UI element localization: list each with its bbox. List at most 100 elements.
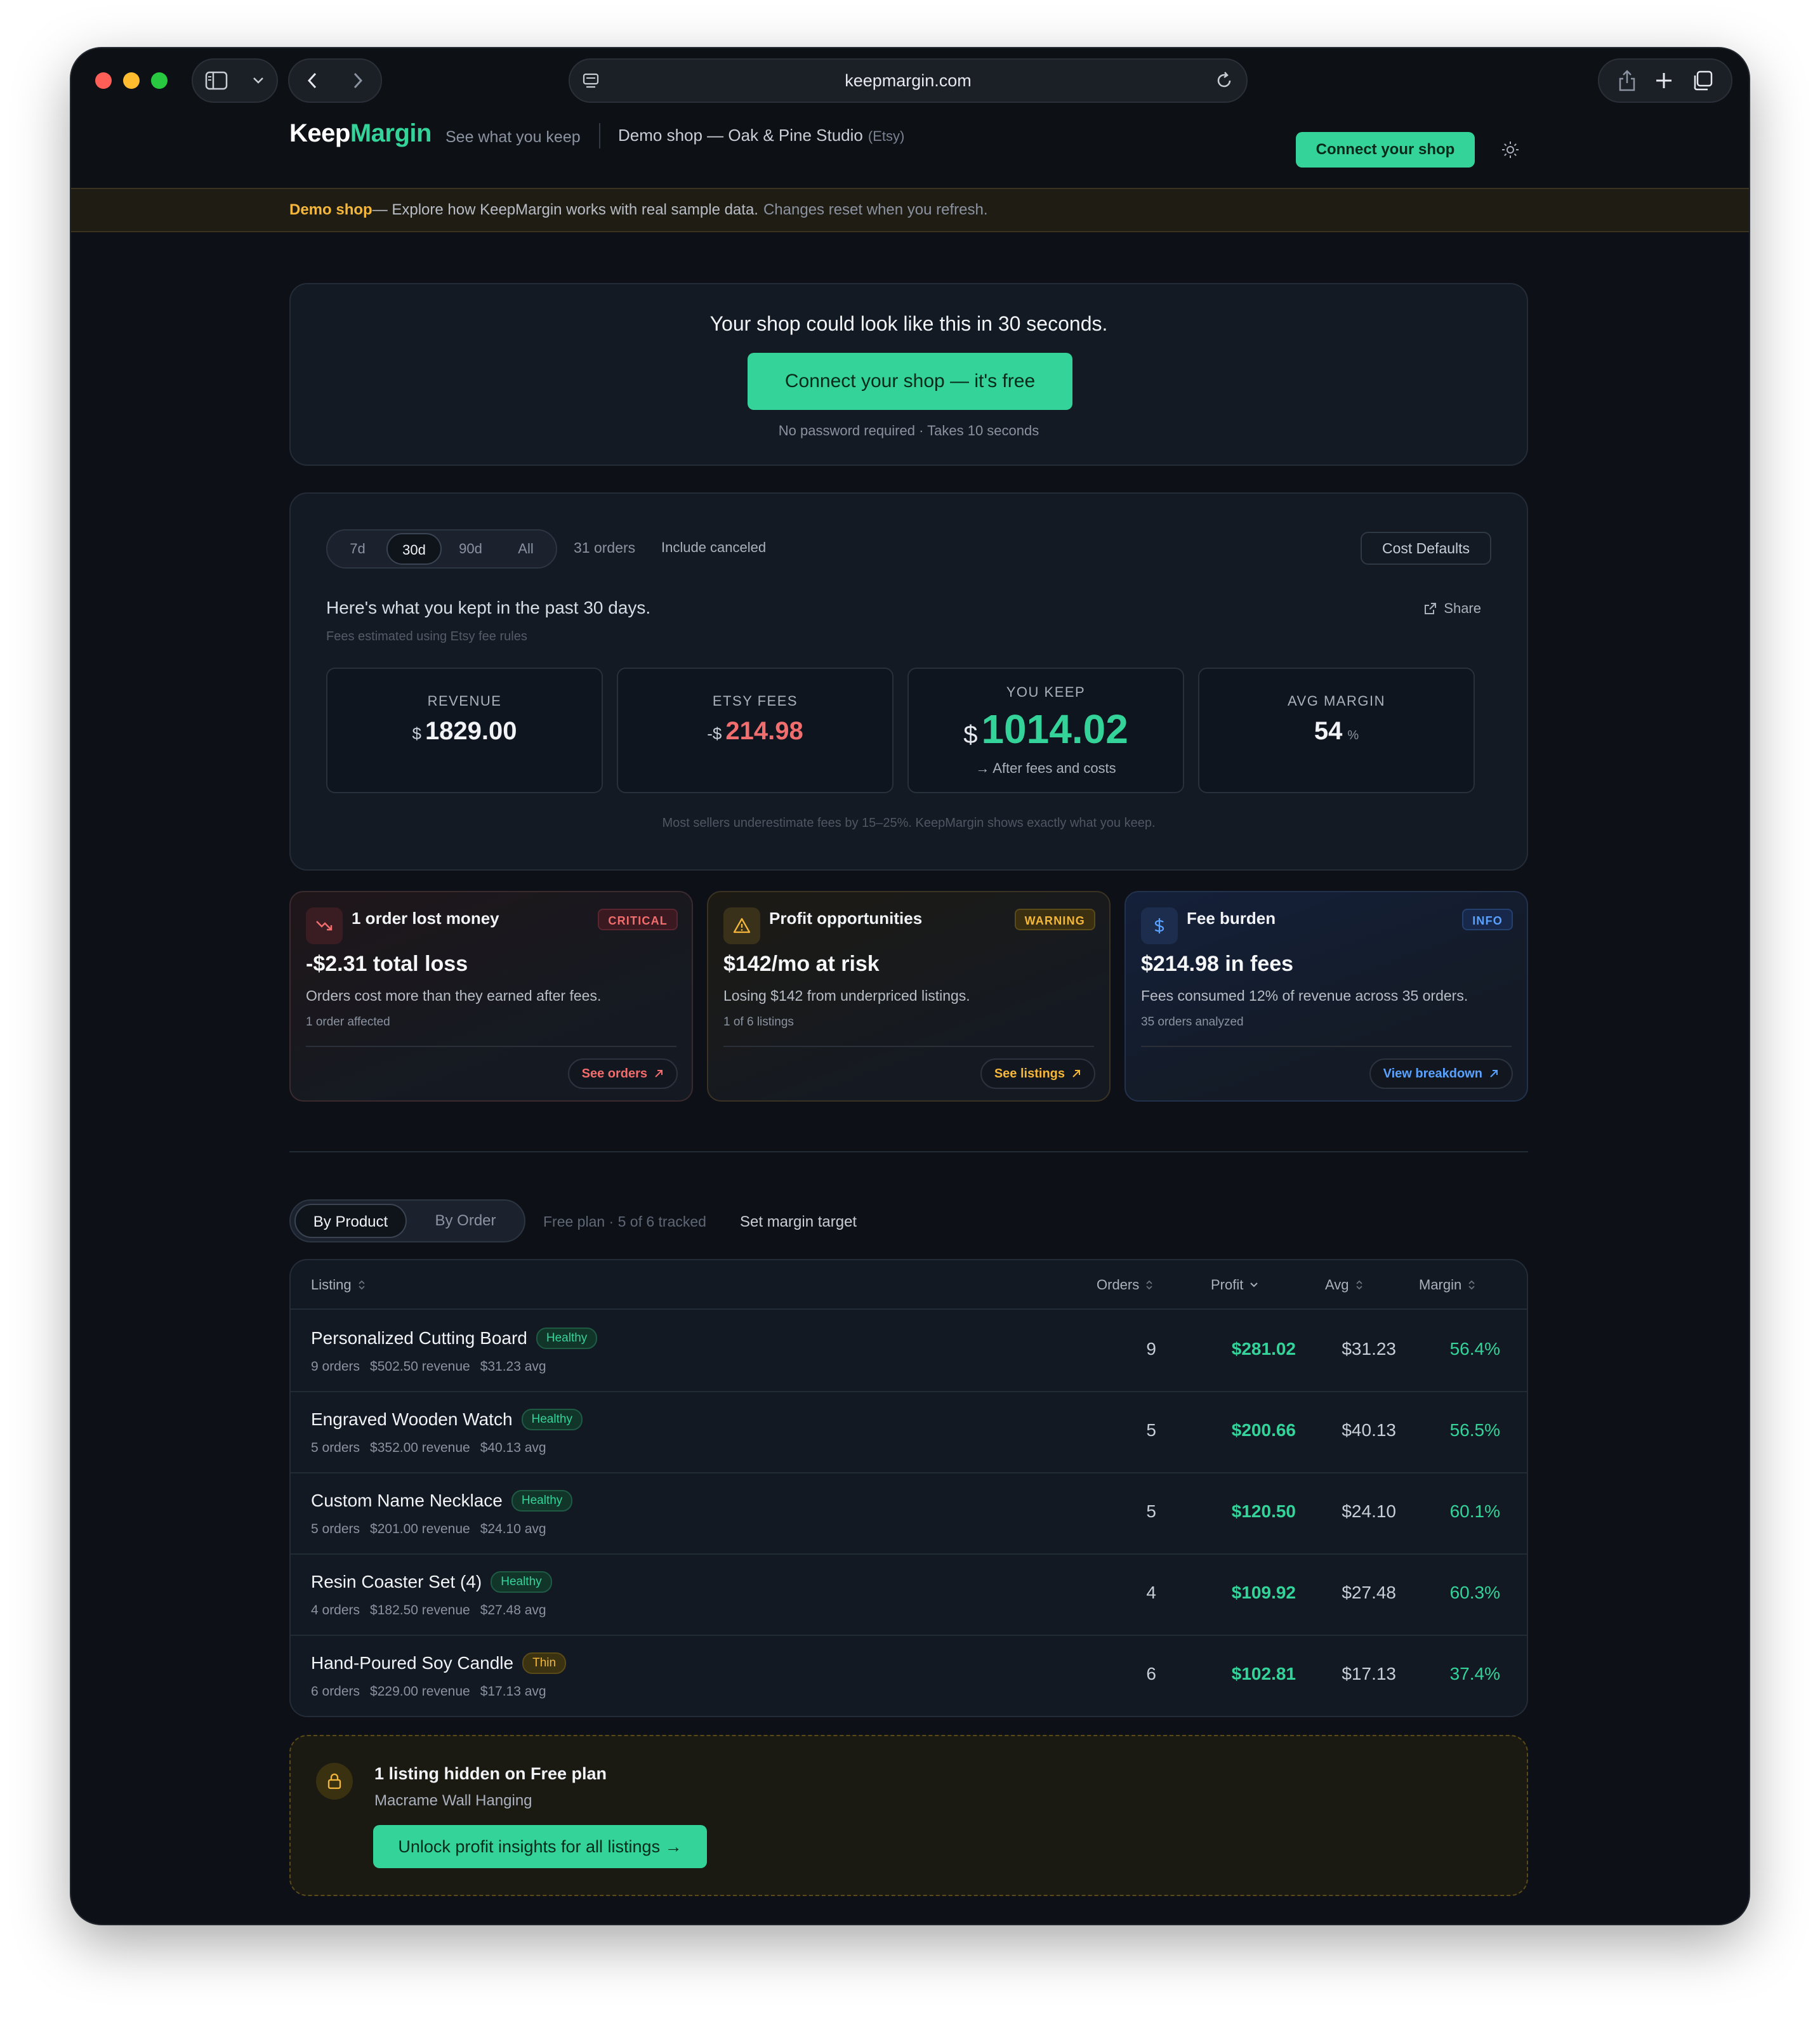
arrow-up-right-icon	[1071, 1069, 1081, 1079]
listing-name: Personalized Cutting Board Healthy	[311, 1328, 598, 1349]
column-header-margin[interactable]: Margin	[1419, 1277, 1475, 1293]
tab-90d[interactable]: 90d	[444, 533, 497, 565]
see-listings-button[interactable]: See listings	[980, 1058, 1095, 1089]
cell-avg: $17.13	[1342, 1664, 1396, 1684]
column-header-profit[interactable]: Profit	[1211, 1277, 1258, 1293]
unlock-insights-button[interactable]: Unlock profit insights for all listings …	[373, 1825, 707, 1868]
metric-margin-label: AVG MARGIN	[1288, 693, 1385, 709]
column-label: Profit	[1211, 1277, 1244, 1293]
currency-symbol: $	[963, 721, 978, 749]
listings-table: Listing Orders Profit Avg Margin Persona…	[289, 1259, 1528, 1717]
see-orders-button[interactable]: See orders	[567, 1058, 678, 1089]
metric-revenue-label: REVENUE	[427, 693, 502, 709]
lock-icon	[316, 1763, 353, 1800]
listing-avg-detail: $31.23 avg	[480, 1359, 546, 1374]
page-settings-icon[interactable]	[581, 71, 600, 90]
cell-profit: $109.92	[1231, 1583, 1296, 1602]
column-header-listing[interactable]: Listing	[311, 1277, 366, 1293]
tab-by-order[interactable]: By Order	[411, 1204, 520, 1238]
tab-30d[interactable]: 30d	[386, 533, 442, 565]
listing-details: 6 orders $229.00 revenue $17.13 avg	[311, 1684, 546, 1699]
browser-actions	[1598, 58, 1732, 103]
table-row[interactable]: Personalized Cutting Board Healthy 9 orde…	[291, 1311, 1527, 1392]
column-header-orders[interactable]: Orders	[1097, 1277, 1153, 1293]
cell-orders: 5	[1146, 1420, 1156, 1440]
metric-keep-foot: → After fees and costs	[975, 760, 1116, 776]
logo-text: Keep	[289, 119, 350, 147]
listing-details: 5 orders $352.00 revenue $40.13 avg	[311, 1440, 546, 1456]
logo[interactable]: KeepMargin	[289, 119, 432, 148]
arrow-up-right-icon	[654, 1069, 664, 1079]
sort-icon	[358, 1279, 366, 1291]
listing-name: Engraved Wooden Watch Healthy	[311, 1409, 583, 1430]
status-badge: Healthy	[511, 1490, 573, 1512]
cta-connect-button[interactable]: Connect your shop — it's free	[748, 353, 1072, 410]
tab-by-product[interactable]: By Product	[294, 1204, 407, 1238]
listing-title: Personalized Cutting Board	[311, 1328, 527, 1348]
include-canceled-toggle[interactable]: Include canceled	[661, 539, 766, 556]
currency-symbol: -$	[707, 724, 722, 743]
shop-platform: (Etsy)	[867, 128, 905, 144]
sidebar-toggle-button[interactable]	[192, 58, 278, 103]
alert-title: Fee burden	[1187, 909, 1276, 928]
address-bar[interactable]: keepmargin.com	[569, 58, 1248, 103]
sort-icon	[1355, 1279, 1363, 1291]
header-divider	[599, 123, 600, 148]
table-row[interactable]: Resin Coaster Set (4) Healthy 4 orders $18…	[291, 1555, 1527, 1636]
table-row[interactable]: Engraved Wooden Watch Healthy 5 orders $35…	[291, 1392, 1527, 1473]
cell-avg: $24.10	[1342, 1501, 1396, 1521]
close-window-button[interactable]	[95, 72, 112, 89]
alert-link-label: View breakdown	[1383, 1067, 1482, 1081]
profit-summary-card: 7d 30d 90d All 31 orders Include cancele…	[289, 492, 1528, 871]
hidden-listing-card: 1 listing hidden on Free plan Macrame Wa…	[289, 1735, 1528, 1896]
zoom-window-button[interactable]	[151, 72, 168, 89]
metric-margin-number: 54	[1314, 717, 1343, 745]
share-button[interactable]: Share	[1423, 600, 1481, 617]
column-header-avg[interactable]: Avg	[1325, 1277, 1363, 1293]
metric-revenue-number: 1829.00	[425, 717, 517, 745]
listing-orders-detail: 4 orders	[311, 1603, 360, 1618]
shop-name-text: Demo shop — Oak & Pine Studio	[618, 126, 863, 145]
tab-overview-icon[interactable]	[1692, 70, 1713, 91]
browser-window: keepmargin.com KeepMargin See what you k…	[71, 48, 1749, 1924]
table-row[interactable]: Custom Name Necklace Healthy 5 orders $201…	[291, 1473, 1527, 1555]
tab-all[interactable]: All	[499, 533, 552, 565]
listing-revenue-detail: $352.00 revenue	[370, 1440, 470, 1455]
view-tabs: By Product By Order	[289, 1199, 525, 1242]
dollar-icon	[1141, 907, 1178, 944]
sun-icon[interactable]	[1500, 140, 1520, 160]
cell-avg: $27.48	[1342, 1583, 1396, 1602]
back-icon[interactable]	[306, 71, 319, 90]
chevron-down-icon	[252, 76, 265, 85]
cell-profit: $281.02	[1231, 1339, 1296, 1359]
url-text: keepmargin.com	[845, 70, 972, 90]
cell-orders: 9	[1146, 1339, 1156, 1359]
minimize-window-button[interactable]	[123, 72, 140, 89]
status-badge: Thin	[522, 1652, 567, 1674]
reload-icon[interactable]	[1213, 70, 1235, 91]
alert-link-label: See listings	[994, 1067, 1065, 1081]
forward-icon[interactable]	[352, 71, 364, 90]
table-row[interactable]: Hand-Poured Soy Candle Thin 6 orders $229.…	[291, 1636, 1527, 1717]
metric-revenue-value: $1829.00	[327, 717, 602, 746]
set-margin-target-button[interactable]: Set margin target	[740, 1213, 857, 1231]
header-connect-button[interactable]: Connect your shop	[1296, 132, 1475, 168]
status-badge: Healthy	[491, 1571, 552, 1593]
connect-cta-card: Your shop could look like this in 30 sec…	[289, 283, 1528, 466]
severity-badge: WARNING	[1014, 909, 1095, 930]
new-tab-icon[interactable]	[1654, 71, 1673, 90]
metric-you-keep: YOU KEEP $1014.02 → After fees and costs	[907, 668, 1184, 793]
share-icon[interactable]	[1618, 69, 1637, 92]
navigation-buttons	[288, 58, 382, 103]
view-breakdown-button[interactable]: View breakdown	[1369, 1058, 1513, 1089]
table-header: Listing Orders Profit Avg Margin	[291, 1260, 1527, 1310]
metric-etsy-fees: ETSY FEES -$ 214.98	[617, 668, 894, 793]
alert-title: 1 order lost money	[352, 909, 499, 928]
cta-title: Your shop could look like this in 30 sec…	[709, 312, 1108, 335]
cost-defaults-button[interactable]: Cost Defaults	[1361, 532, 1491, 565]
tagline: See what you keep	[445, 128, 581, 146]
tab-7d[interactable]: 7d	[331, 533, 384, 565]
cell-avg: $31.23	[1342, 1339, 1396, 1359]
cell-profit: $102.81	[1231, 1664, 1296, 1684]
metric-fees-number: 214.98	[725, 717, 803, 745]
